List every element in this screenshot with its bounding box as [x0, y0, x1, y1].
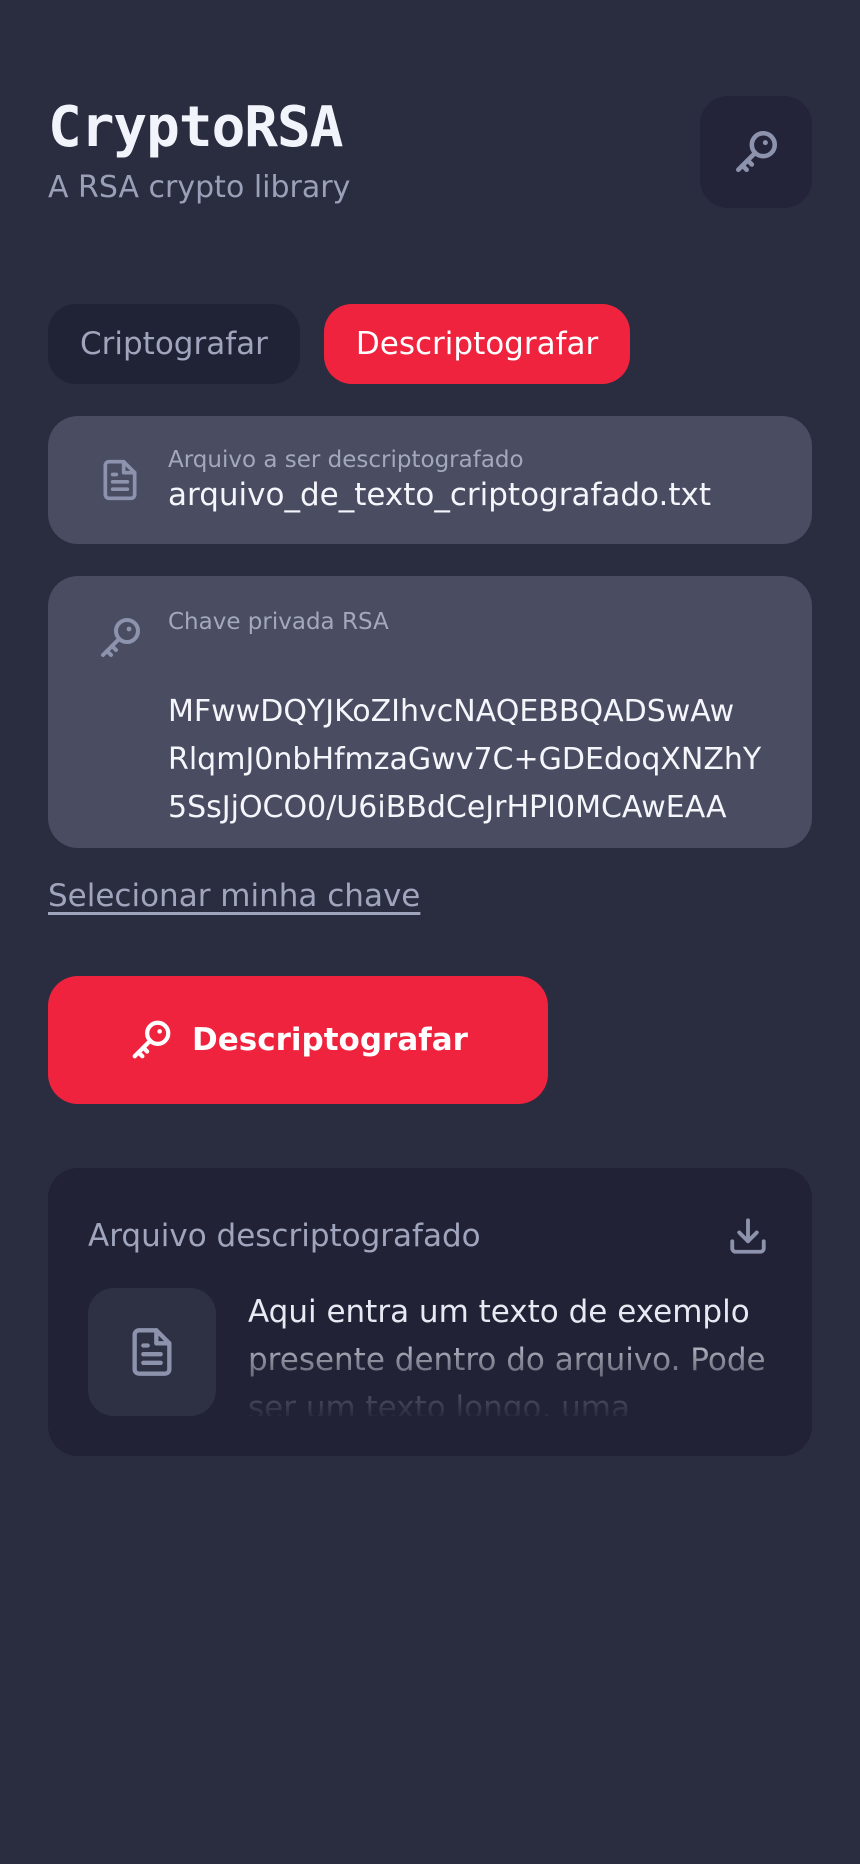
app-subtitle: A RSA crypto library: [48, 170, 351, 205]
key-icon: [736, 130, 778, 172]
app-title: CryptoRSA: [48, 95, 343, 160]
decrypt-button[interactable]: Descriptografar: [48, 976, 548, 1104]
result-card: Arquivo descriptografado Aqui entra um t…: [48, 1168, 812, 1456]
private-key-field: Chave privada RSA MFwwDQYJKoZIhvcNAQEBBQ…: [48, 576, 820, 848]
key-icon: [132, 1020, 171, 1059]
download-icon: [730, 1218, 766, 1254]
result-file-thumbnail: [88, 1288, 216, 1416]
select-my-key-link[interactable]: Selecionar minha chave: [48, 876, 420, 916]
download-button[interactable]: [724, 1212, 772, 1260]
file-input-value: arquivo_de_texto_criptografado.txt: [168, 477, 711, 513]
decrypt-button-label: Descriptografar: [192, 1022, 468, 1058]
file-input-label: Arquivo a ser descriptografado: [168, 447, 524, 473]
private-key-textarea[interactable]: MFwwDQYJKoZIhvcNAQEBBQADSwAw RlqmJ0nbHfm…: [168, 688, 820, 836]
mode-tabs: Criptografar Descriptografar: [48, 304, 631, 384]
key-icon: [88, 606, 152, 670]
private-key-label: Chave privada RSA: [168, 609, 389, 635]
file-text-icon: [88, 448, 152, 512]
result-text-preview: Aqui entra um texto de exemplo presente …: [248, 1294, 766, 1416]
header: CryptoRSA A RSA crypto library: [48, 96, 812, 208]
file-input-field[interactable]: Arquivo a ser descriptografado arquivo_d…: [48, 416, 812, 544]
result-title: Arquivo descriptografado: [88, 1218, 481, 1254]
key-management-button[interactable]: [700, 96, 812, 208]
file-text-icon: [132, 1328, 172, 1376]
app-screen: CryptoRSA A RSA crypto library Criptogra…: [0, 0, 860, 1864]
tab-criptografar[interactable]: Criptografar: [48, 304, 300, 384]
tab-descriptografar[interactable]: Descriptografar: [323, 304, 631, 384]
